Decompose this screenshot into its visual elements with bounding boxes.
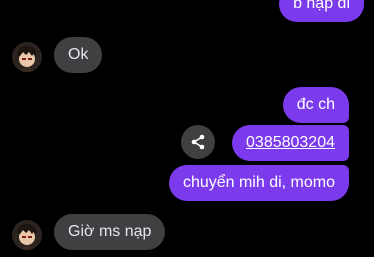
contact-avatar[interactable]	[12, 220, 42, 250]
avatar-image	[12, 42, 42, 72]
message-text: chuyển mih di, momo	[182, 174, 335, 191]
message-text: đc ch	[296, 96, 335, 113]
message-bubble-sent[interactable]: chuyển mih di, momo	[168, 165, 349, 201]
message-bubble-received[interactable]: Ok	[54, 37, 103, 73]
phone-number-link[interactable]: 0385803204	[246, 134, 335, 151]
message-bubble-received[interactable]: Giờ ms nạp	[54, 214, 166, 250]
message-text: Giờ ms nạp	[68, 223, 152, 240]
message-text: Ok	[68, 46, 89, 63]
share-icon	[191, 134, 205, 150]
message-text: b nạp đi	[293, 0, 350, 12]
message-bubble-sent[interactable]: đc ch	[282, 87, 349, 123]
message-bubble-sent[interactable]: b nạp đi	[279, 0, 364, 22]
message-bubble-sent-phone[interactable]: 0385803204	[232, 125, 349, 161]
share-button[interactable]	[181, 125, 215, 159]
avatar-image	[12, 220, 42, 250]
contact-avatar[interactable]	[12, 42, 42, 72]
